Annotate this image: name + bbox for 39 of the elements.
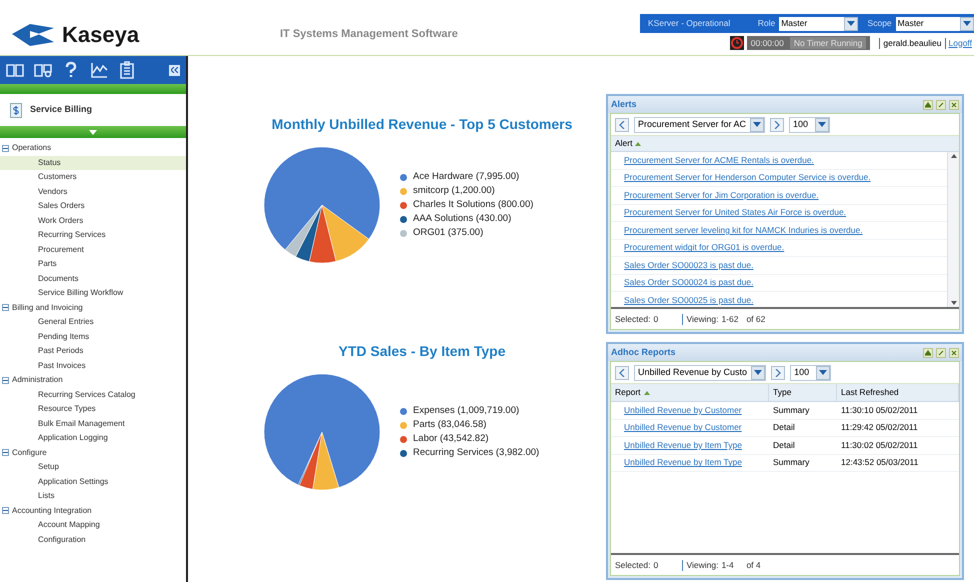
last-refreshed: 11:30:10 05/02/2011	[840, 404, 919, 417]
selected-count: 0	[653, 312, 660, 326]
selected-label: Selected:	[615, 558, 650, 572]
panel-title: Adhoc Reports	[611, 346, 677, 359]
timer-status: No Timer Running	[790, 36, 866, 50]
total-count: of 62	[746, 312, 766, 326]
timer-time: 00:00:00	[750, 36, 784, 50]
server-status: KServer - Operational	[648, 17, 732, 30]
last-refreshed: 11:30:02 05/02/2011	[840, 438, 919, 452]
selected-count: 0	[653, 558, 660, 572]
chart-title: YTD Sales - By Item Type	[338, 342, 506, 361]
last-refreshed: 11:29:42 05/02/2011	[840, 421, 919, 434]
legend-label: Ace Hardware (7,995.00)	[413, 171, 520, 183]
last-refreshed: 12:43:52 05/03/2011	[840, 456, 920, 470]
selected-label: Selected:	[615, 312, 650, 326]
chart-title: Monthly Unbilled Revenue - Top 5 Customers	[272, 115, 572, 134]
legend-label: ORG01 (375.00)	[413, 227, 484, 239]
viewing-range: 1-4	[721, 558, 735, 572]
role-label: Role	[758, 17, 776, 30]
report-type: Summary	[772, 404, 810, 417]
legend-label: Recurring Services (3,982.00)	[413, 447, 540, 459]
legend-label: AAA Solutions (430.00)	[413, 213, 512, 225]
report-type: Detail	[772, 421, 796, 434]
scope-label: Scope	[868, 17, 892, 30]
legend-label: smitcorp (1,200.00)	[413, 185, 495, 197]
viewing-label: Viewing:	[686, 558, 718, 572]
legend-label: Parts (83,046.58)	[413, 419, 486, 431]
logo-text: Kaseya	[62, 21, 140, 49]
legend-label: Expenses (1,009,719.00)	[413, 405, 520, 417]
username: gerald.beaulieu	[883, 36, 942, 50]
legend-label: Labor (43,542.82)	[413, 433, 489, 445]
app-subtitle: IT Systems Management Software	[280, 27, 458, 42]
viewing-range: 1-62	[721, 312, 740, 326]
legend-label: Charles It Solutions (800.00)	[413, 199, 534, 211]
total-count: of 4	[746, 558, 761, 572]
report-type: Detail	[772, 438, 796, 452]
report-type: Summary	[772, 456, 810, 470]
panel-title: Alerts	[611, 98, 638, 111]
viewing-label: Viewing:	[686, 312, 718, 326]
